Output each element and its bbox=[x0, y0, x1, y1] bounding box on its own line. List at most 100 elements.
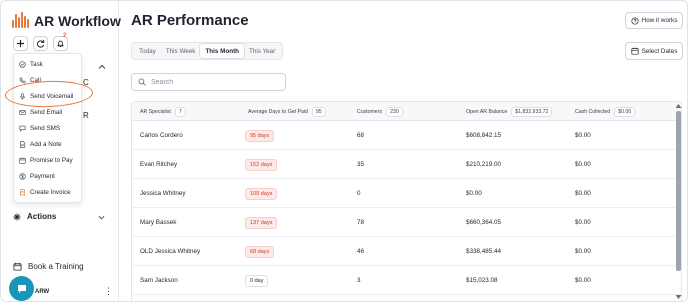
customers-cell: 46 bbox=[357, 248, 365, 255]
days-badge: 68 days bbox=[245, 245, 275, 258]
specialist-name: Mary Bassek bbox=[140, 219, 177, 226]
sidebar-item-book-training[interactable]: Book a Training bbox=[13, 262, 84, 271]
help-circle-icon bbox=[631, 16, 639, 25]
sidebar-partial-text: R bbox=[83, 111, 89, 120]
table-row[interactable]: Carlos Cordero 95 days 68 $608,842.15 $0… bbox=[132, 121, 681, 150]
calendar-icon bbox=[13, 262, 22, 271]
specialist-name: OLD Jessica Whitney bbox=[140, 248, 201, 255]
cash-cell: $0.00 bbox=[575, 277, 591, 284]
balance-cell: $210,219.00 bbox=[466, 161, 502, 168]
chevron-down-icon[interactable] bbox=[98, 214, 105, 221]
customers-cell: 78 bbox=[357, 219, 365, 226]
column-header-label: Customers bbox=[357, 108, 383, 115]
user-menu-button[interactable]: ⋮ bbox=[104, 287, 113, 296]
avg-days-cell: 0 day bbox=[245, 266, 269, 295]
scroll-down-arrow-icon[interactable] bbox=[675, 294, 682, 300]
table-header: AR Specialist 7 Average Days to Get Paid… bbox=[132, 102, 681, 121]
phone-icon bbox=[19, 77, 26, 83]
table-row[interactable]: Evan Ritchey 152 days 35 $210,219.00 $0.… bbox=[132, 150, 681, 179]
avg-days-cell: 137 days bbox=[245, 208, 278, 237]
count-badge: 95 bbox=[311, 106, 326, 117]
app-title: AR Workflow bbox=[34, 13, 121, 29]
cash-cell: $0.00 bbox=[575, 219, 591, 226]
search-box[interactable] bbox=[131, 73, 286, 91]
customers-cell: 35 bbox=[357, 161, 365, 168]
menu-item-label: Add a Note bbox=[30, 140, 62, 148]
column-header-specialist[interactable]: AR Specialist 7 bbox=[140, 102, 186, 121]
select-dates-button[interactable]: Select Dates bbox=[625, 42, 683, 60]
table-row[interactable]: Jessica Whitney 109 days 0 $0.00 $0.00 bbox=[132, 179, 681, 208]
column-header-label: Open AR Balance bbox=[466, 108, 508, 115]
count-badge: $1,832,933.72 bbox=[511, 106, 553, 117]
column-header-customers[interactable]: Customers 230 bbox=[357, 102, 403, 121]
ar-performance-table: AR Specialist 7 Average Days to Get Paid… bbox=[131, 101, 682, 301]
table-row[interactable]: OLD Jessica Whitney 68 days 46 $338,485.… bbox=[132, 237, 681, 266]
specialist-name: Evan Ritchey bbox=[140, 161, 178, 168]
how-it-works-label: How it works bbox=[641, 17, 678, 24]
menu-item-create-invoice[interactable]: Create Invoice bbox=[19, 186, 71, 198]
menu-item-label: Payment bbox=[30, 172, 55, 180]
logo-icon bbox=[12, 12, 29, 28]
days-badge: 109 days bbox=[245, 187, 278, 200]
chat-launcher-button[interactable] bbox=[9, 276, 34, 301]
user-name: ARW bbox=[35, 289, 50, 295]
days-badge: 137 days bbox=[245, 216, 278, 229]
chevron-up-icon[interactable] bbox=[98, 63, 106, 71]
menu-item-payment[interactable]: Payment bbox=[19, 170, 55, 182]
chat-icon bbox=[19, 125, 26, 132]
period-tabs: Today This Week This Month This Year bbox=[131, 42, 283, 60]
note-icon bbox=[20, 140, 26, 148]
bell-icon bbox=[57, 40, 64, 48]
calendar-icon bbox=[631, 47, 639, 55]
avg-days-cell: 95 days bbox=[245, 121, 275, 150]
column-header-balance[interactable]: Open AR Balance $1,832,933.72 bbox=[466, 102, 553, 121]
sidebar-item-actions[interactable]: Actions bbox=[13, 212, 56, 221]
cash-cell: $0.00 bbox=[575, 248, 591, 255]
balance-cell: $660,364.05 bbox=[466, 219, 502, 226]
menu-item-add-note[interactable]: Add a Note bbox=[19, 138, 62, 150]
days-badge: 152 days bbox=[245, 158, 278, 171]
table-row[interactable]: Sam Jackson 0 day 3 $15,023.08 $0.00 bbox=[132, 266, 681, 295]
tab-this-month[interactable]: This Month bbox=[200, 44, 245, 58]
table-scrollbar[interactable] bbox=[675, 101, 682, 301]
cash-cell: $0.00 bbox=[575, 190, 591, 197]
avg-days-cell: 109 days bbox=[245, 179, 278, 208]
tab-this-year[interactable]: This Year bbox=[244, 44, 280, 58]
customers-cell: 0 bbox=[357, 190, 361, 197]
menu-item-send-email[interactable]: Send Email bbox=[19, 106, 62, 118]
plus-icon bbox=[16, 39, 25, 48]
cash-cell: $0.00 bbox=[575, 132, 591, 139]
menu-item-promise-to-pay[interactable]: Promise to Pay bbox=[19, 154, 73, 166]
balance-cell: $0.00 bbox=[466, 190, 482, 197]
count-badge: 7 bbox=[174, 106, 186, 117]
column-header-cash[interactable]: Cash Collected $0.00 bbox=[575, 102, 636, 121]
search-input[interactable] bbox=[151, 78, 271, 86]
tab-today[interactable]: Today bbox=[134, 44, 161, 58]
notification-count: 2 bbox=[63, 33, 67, 39]
column-header-label: Average Days to Get Paid bbox=[248, 108, 308, 115]
scroll-up-arrow-icon[interactable] bbox=[675, 103, 682, 109]
refresh-button[interactable] bbox=[33, 36, 48, 51]
mail-icon bbox=[19, 109, 26, 115]
menu-item-send-sms[interactable]: Send SMS bbox=[19, 122, 60, 134]
chat-icon bbox=[17, 284, 26, 293]
specialist-name: Sam Jackson bbox=[140, 277, 178, 284]
add-button[interactable] bbox=[13, 36, 28, 51]
specialist-name: Jessica Whitney bbox=[140, 190, 186, 197]
menu-item-task[interactable]: Task bbox=[19, 58, 43, 70]
dollar-icon bbox=[19, 172, 26, 180]
page-title: AR Performance bbox=[131, 12, 249, 29]
refresh-icon bbox=[37, 39, 45, 48]
column-header-avg-days[interactable]: Average Days to Get Paid 95 bbox=[248, 102, 326, 121]
how-it-works-button[interactable]: How it works bbox=[625, 12, 683, 29]
scroll-thumb[interactable] bbox=[676, 111, 681, 271]
menu-item-label: Send Email bbox=[30, 108, 63, 116]
avg-days-cell: 152 days bbox=[245, 150, 278, 179]
app-window: AR Workflow 2 C R • Actions Book a Train… bbox=[0, 0, 688, 302]
table-row[interactable]: Mary Bassek 137 days 78 $660,364.05 $0.0… bbox=[132, 208, 681, 237]
balance-cell: $338,485.44 bbox=[466, 248, 502, 255]
sidebar-item-label: Book a Training bbox=[28, 262, 84, 271]
check-circle-icon bbox=[19, 60, 26, 68]
count-badge: $0.00 bbox=[614, 106, 636, 117]
tab-this-week[interactable]: This Week bbox=[161, 44, 201, 58]
